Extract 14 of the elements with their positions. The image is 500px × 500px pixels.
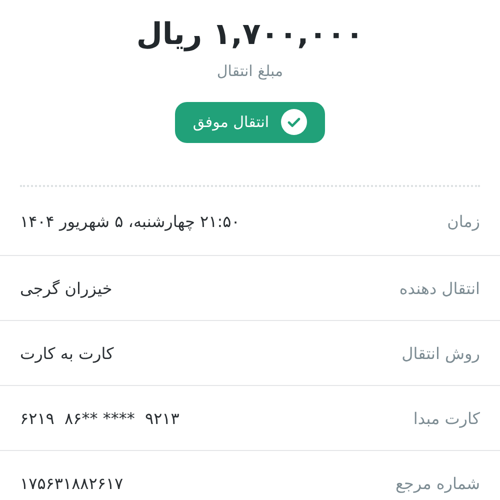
detail-value: خیزران گرجی xyxy=(20,278,112,298)
amount-label: مبلغ انتقال xyxy=(216,62,284,80)
detail-value: کارت به کارت xyxy=(20,344,114,362)
detail-label: شماره مرجع xyxy=(395,474,480,492)
detail-label: روش انتقال xyxy=(402,344,480,362)
detail-value: ۶۲۱۹ ۸۶** **** ۹۲۱۳ xyxy=(20,408,180,428)
detail-label: کارت مبدا xyxy=(413,408,480,428)
detail-label: انتقال دهنده xyxy=(399,278,480,298)
detail-label: زمان xyxy=(447,212,480,230)
status-badge: انتقال موفق xyxy=(174,102,326,143)
amount-text: ۱,۷۰۰,۰۰۰ ریال xyxy=(135,16,365,54)
check-icon xyxy=(281,109,308,135)
detail-value: ۲۱:۵۰ چهارشنبه، ۵ شهریور ۱۴۰۴ xyxy=(20,212,240,230)
detail-value: ۱۷۵۶۳۱۸۸۲۶۱۷ xyxy=(20,474,124,492)
